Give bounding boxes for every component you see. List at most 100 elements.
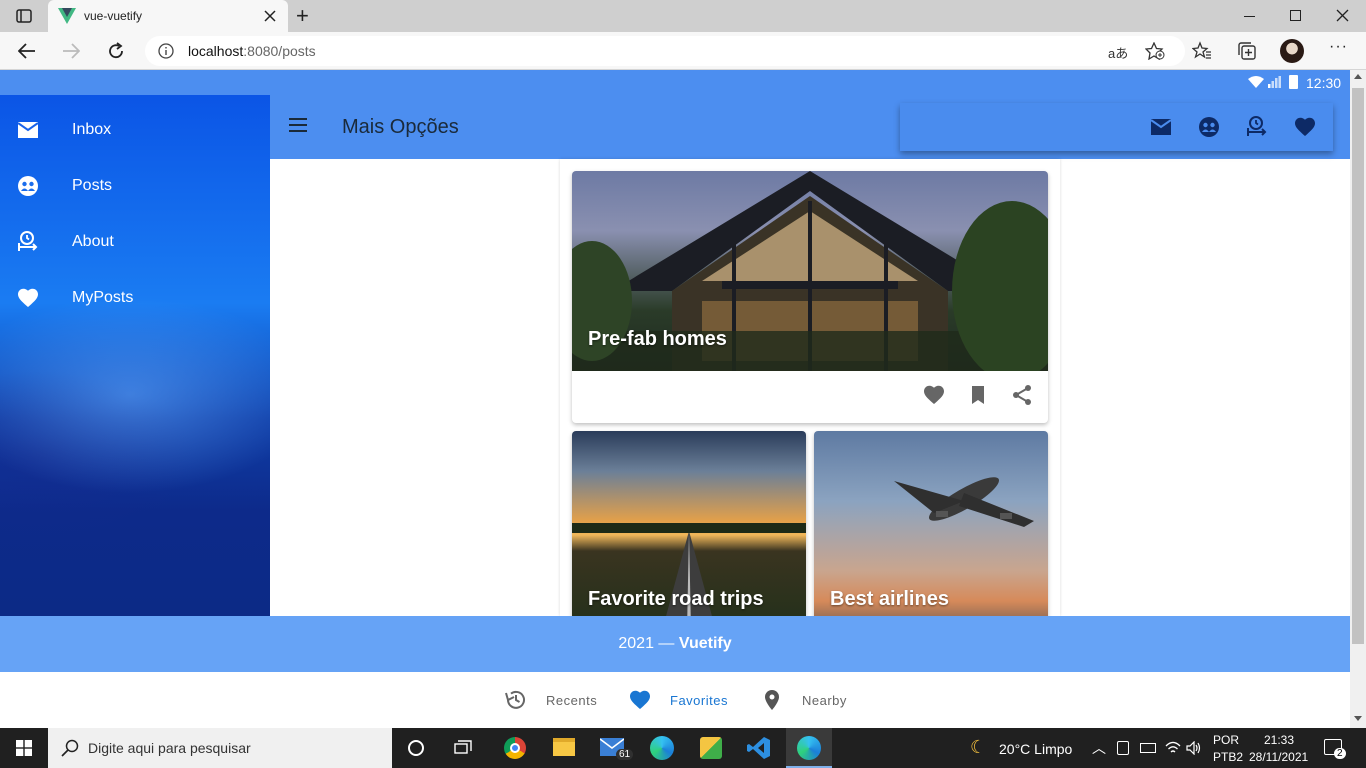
app-viewport: 12:30 Inbox Posts About MyPosts Mais Opç… <box>0 70 1350 728</box>
cortana-icon[interactable] <box>408 740 424 756</box>
edge-icon[interactable] <box>650 736 674 760</box>
nav-item-myposts[interactable]: MyPosts <box>0 270 270 326</box>
app-bar: Mais Opções <box>270 95 1350 159</box>
close-window-icon[interactable] <box>1336 9 1349 22</box>
sticky-app-icon[interactable] <box>700 737 722 759</box>
windows-taskbar: Digite aqui para pesquisar 61 ☾ 20°C Lim… <box>0 728 1366 768</box>
favorites-icon[interactable] <box>1192 41 1212 61</box>
page-scrollbar[interactable] <box>1350 70 1366 728</box>
nav-label: Inbox <box>72 121 112 138</box>
nav-item-about[interactable]: About <box>0 214 270 270</box>
minimize-icon[interactable] <box>1244 16 1255 17</box>
settings-menu-icon[interactable]: ··· <box>1329 38 1348 56</box>
new-tab-button[interactable]: + <box>296 3 309 29</box>
profile-avatar[interactable] <box>1280 39 1304 63</box>
edge-active-app[interactable] <box>786 728 832 768</box>
battery-icon <box>1289 75 1298 89</box>
bottom-nav-label: Nearby <box>802 692 847 708</box>
signal-icon <box>1268 76 1281 88</box>
restore-icon[interactable] <box>1290 10 1301 21</box>
nav-label: About <box>72 233 114 250</box>
bottom-nav-recents[interactable]: Recents <box>504 672 597 728</box>
network-icon[interactable] <box>1165 740 1181 756</box>
edge-icon <box>797 736 821 760</box>
favorite-icon[interactable] <box>922 383 946 407</box>
mail-badge: 61 <box>616 749 634 760</box>
task-view-icon[interactable] <box>454 740 472 756</box>
nav-item-inbox[interactable]: Inbox <box>0 102 270 158</box>
taskbar-search[interactable]: Digite aqui para pesquisar <box>48 728 392 768</box>
vscode-icon[interactable] <box>747 736 771 760</box>
back-icon[interactable] <box>18 42 36 60</box>
vue-logo-icon <box>58 8 76 24</box>
system-status-bar: 12:30 <box>0 70 1350 95</box>
tray-chevron-icon[interactable]: ︿ <box>1092 738 1106 758</box>
tab-title: vue-vuetify <box>84 9 143 23</box>
post-card[interactable]: Favorite road trips <box>572 431 806 631</box>
post-card[interactable]: Pre-fab homes <box>572 171 1048 423</box>
heart-icon[interactable] <box>1293 115 1317 139</box>
url-text: localhost:8080/posts <box>188 43 316 59</box>
bottom-navigation: Recents Favorites Nearby <box>0 672 1350 728</box>
forward-icon[interactable] <box>62 42 80 60</box>
people-icon[interactable] <box>1197 115 1221 139</box>
bottom-nav-nearby[interactable]: Nearby <box>760 672 847 728</box>
history-icon <box>504 688 528 712</box>
footer-year: 2021 — <box>618 635 679 652</box>
card-title: Favorite road trips <box>588 588 764 610</box>
scroll-up-icon[interactable] <box>1354 74 1362 79</box>
post-card[interactable]: Best airlines <box>814 431 1048 631</box>
footer: 2021 — Vuetify <box>0 616 1350 672</box>
meet-now-icon[interactable] <box>1117 741 1129 755</box>
keyboard-layout[interactable]: PTB2 <box>1213 750 1243 764</box>
mail-icon[interactable] <box>1149 115 1173 139</box>
windows-start-icon[interactable] <box>16 740 32 756</box>
heart-icon <box>16 286 40 310</box>
moon-icon: ☾ <box>970 737 987 757</box>
weather-text[interactable]: 20°C Limpo <box>999 741 1072 757</box>
file-explorer-icon[interactable] <box>553 738 575 756</box>
menu-hamburger-icon[interactable] <box>288 117 308 133</box>
page-title: Mais Opções <box>342 116 459 138</box>
clock-date[interactable]: 28/11/2021 <box>1249 750 1308 764</box>
url-input[interactable]: localhost:8080/posts aあ <box>145 36 1185 66</box>
language-indicator[interactable]: POR <box>1213 733 1239 747</box>
tab-actions-icon[interactable] <box>14 8 34 24</box>
footer-brand: Vuetify <box>678 635 732 652</box>
wifi-icon <box>1248 76 1264 88</box>
user-clock-icon <box>16 230 40 254</box>
scroll-down-icon[interactable] <box>1354 716 1362 721</box>
navigation-drawer: Inbox Posts About MyPosts <box>0 95 270 616</box>
nav-item-posts[interactable]: Posts <box>0 158 270 214</box>
refresh-icon[interactable] <box>107 42 125 60</box>
bookmark-icon[interactable] <box>966 383 990 407</box>
nav-label: Posts <box>72 177 113 194</box>
search-icon <box>61 739 79 757</box>
card-actions <box>572 371 1048 423</box>
posts-container: Pre-fab homes Favorite road trips Best a… <box>560 159 1060 631</box>
scroll-thumb[interactable] <box>1352 88 1364 644</box>
people-icon <box>16 174 40 198</box>
card-title: Pre-fab homes <box>588 328 727 350</box>
bottom-nav-label: Recents <box>546 692 598 708</box>
volume-icon[interactable] <box>1186 741 1202 755</box>
share-icon[interactable] <box>1010 383 1034 407</box>
browser-tab[interactable]: vue-vuetify <box>48 0 288 32</box>
add-favorite-icon[interactable] <box>1145 42 1165 60</box>
search-placeholder: Digite aqui para pesquisar <box>88 740 251 756</box>
address-bar: localhost:8080/posts aあ ··· <box>0 32 1366 70</box>
card-title: Best airlines <box>830 588 949 610</box>
battery-tray-icon[interactable] <box>1140 743 1156 753</box>
info-icon[interactable] <box>158 43 174 59</box>
browser-tab-bar: vue-vuetify + <box>0 0 1366 32</box>
chrome-icon[interactable] <box>504 737 526 759</box>
notification-count: 2 <box>1334 748 1346 759</box>
collections-icon[interactable] <box>1237 41 1257 61</box>
user-clock-icon[interactable] <box>1245 115 1269 139</box>
bottom-nav-favorites[interactable]: Favorites <box>628 672 728 728</box>
bottom-nav-label: Favorites <box>670 692 728 708</box>
read-aloud-icon[interactable]: aあ <box>1108 43 1128 62</box>
clock-time[interactable]: 21:33 <box>1264 733 1294 747</box>
close-tab-icon[interactable] <box>264 10 276 22</box>
mail-icon <box>16 118 40 142</box>
